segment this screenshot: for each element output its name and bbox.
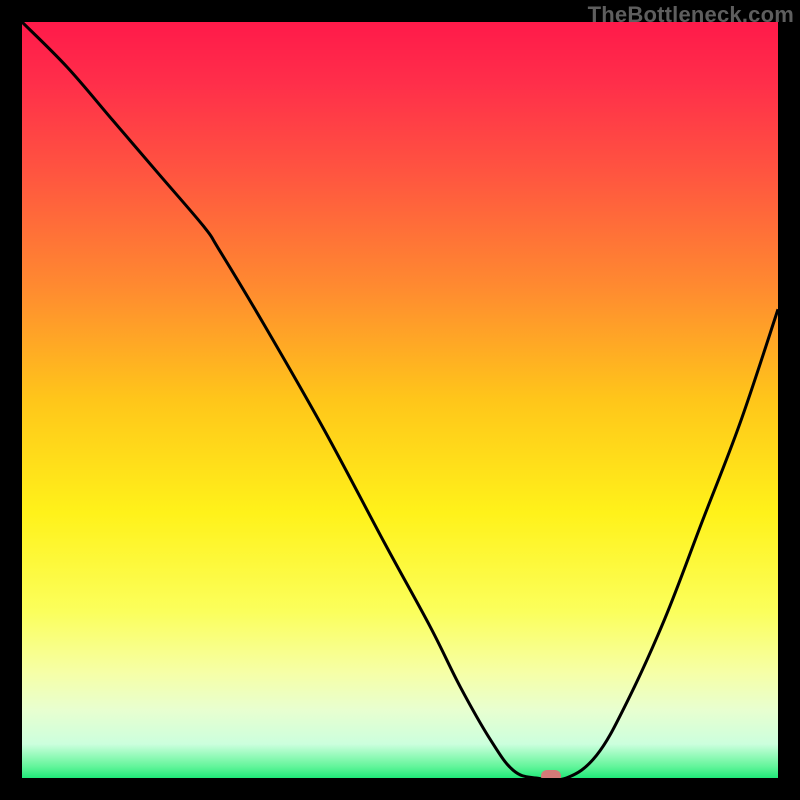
optimal-marker [541, 770, 561, 778]
plot-area [22, 22, 778, 778]
plot-svg [22, 22, 778, 778]
chart-frame: TheBottleneck.com [0, 0, 800, 800]
watermark-text: TheBottleneck.com [588, 2, 794, 28]
gradient-background [22, 22, 778, 778]
